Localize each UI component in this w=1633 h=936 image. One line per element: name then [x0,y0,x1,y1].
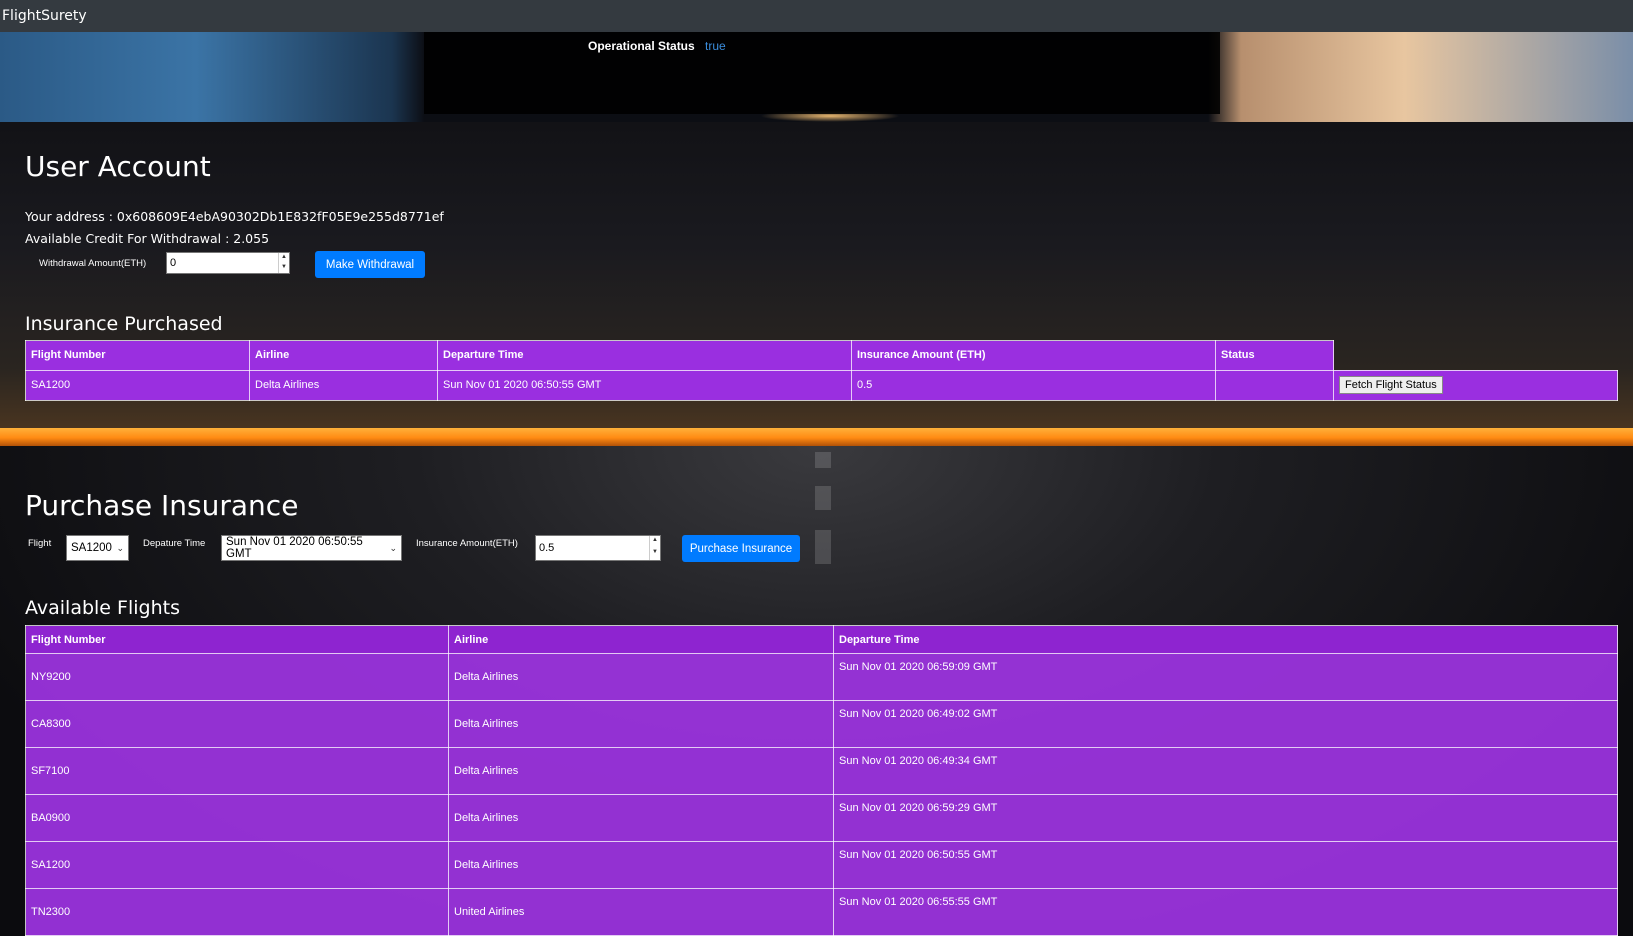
user-account-heading: User Account [25,150,211,183]
table-row[interactable]: SF7100 Delta Airlines Sun Nov 01 2020 06… [25,747,1618,795]
available-credit: Available Credit For Withdrawal : 2.055 [25,231,270,246]
insurance-amount-input[interactable]: 0.5 ▲ ▼ [535,535,661,561]
column-header: Airline [448,625,834,654]
withdrawal-amount-label: Withdrawal Amount(ETH) [39,258,147,269]
column-header: Flight Number [25,340,250,371]
departure-cell: Sun Nov 01 2020 06:59:29 GMT [833,794,1618,842]
table-header-row: Flight Number Airline Departure Time [25,625,1618,654]
column-header: Airline [249,340,438,371]
number-spinner[interactable]: ▲ ▼ [278,253,289,273]
available-flights-heading: Available Flights [25,597,180,619]
insurance-purchased-table: Flight Number Airline Departure Time Ins… [25,340,1618,401]
action-cell: Fetch Flight Status [1333,369,1618,401]
departure-time-select[interactable]: Sun Nov 01 2020 06:50:55 GMT ⌄ [221,535,402,561]
withdrawal-amount-value: 0 [170,257,177,269]
airline-cell: Delta Airlines [249,369,438,401]
flight-number-cell: NY9200 [25,653,449,701]
departure-time-value: Sun Nov 01 2020 06:50:55 GMT [226,536,363,560]
spin-down-icon[interactable]: ▼ [279,263,289,273]
column-header: Status [1215,340,1334,371]
departure-cell: Sun Nov 01 2020 06:55:55 GMT [833,888,1618,936]
table-row: SA1200 Delta Airlines Sun Nov 01 2020 06… [25,369,1618,401]
airline-cell: Delta Airlines [448,747,834,795]
table-row[interactable]: SA1200 Delta Airlines Sun Nov 01 2020 06… [25,841,1618,889]
status-cell [1215,369,1334,401]
runway-marking [815,530,831,564]
available-flights-table: Flight Number Airline Departure Time NY9… [25,625,1618,936]
table-header-row: Flight Number Airline Departure Time Ins… [25,340,1618,371]
flight-number-cell: SA1200 [25,369,250,401]
departure-cell: Sun Nov 01 2020 06:49:02 GMT [833,700,1618,748]
app-brand[interactable]: FlightSurety [0,8,87,24]
insurance-amount-label: Insurance Amount(ETH) [416,538,518,549]
flight-select-value: SA1200 [71,542,112,554]
column-header: Flight Number [25,625,449,654]
airline-cell: United Airlines [448,888,834,936]
column-header: Departure Time [833,625,1618,654]
operational-status-value: true [705,39,726,53]
flight-number-cell: TN2300 [25,888,449,936]
table-row[interactable]: NY9200 Delta Airlines Sun Nov 01 2020 06… [25,653,1618,701]
amount-cell: 0.5 [851,369,1216,401]
airline-cell: Delta Airlines [448,841,834,889]
flight-select-label: Flight [28,538,52,549]
column-header: Insurance Amount (ETH) [851,340,1216,371]
purchase-insurance-button[interactable]: Purchase Insurance [682,535,800,562]
insurance-purchased-heading: Insurance Purchased [25,313,223,335]
spin-up-icon[interactable]: ▲ [279,253,289,263]
table-row[interactable]: CA8300 Delta Airlines Sun Nov 01 2020 06… [25,700,1618,748]
flight-number-cell: BA0900 [25,794,449,842]
operational-status-label: Operational Status [588,39,695,53]
empty-header-cell [1334,341,1618,371]
column-header: Departure Time [437,340,852,371]
number-spinner[interactable]: ▲ ▼ [649,536,660,560]
departure-cell: Sun Nov 01 2020 06:50:55 GMT [833,841,1618,889]
withdrawal-amount-input[interactable]: 0 ▲ ▼ [166,252,290,274]
operational-status-panel: Operational Status true [424,32,1220,114]
table-row[interactable]: BA0900 Delta Airlines Sun Nov 01 2020 06… [25,794,1618,842]
purchase-insurance-heading: Purchase Insurance [25,489,299,522]
chevron-down-icon: ⌄ [389,542,397,553]
airline-cell: Delta Airlines [448,653,834,701]
insurance-amount-value: 0.5 [539,542,555,554]
spin-down-icon[interactable]: ▼ [650,548,660,560]
flight-number-cell: SF7100 [25,747,449,795]
flight-number-cell: CA8300 [25,700,449,748]
horizon-stripe [0,428,1633,446]
runway-marking [815,452,831,468]
runway-marking [815,486,831,510]
departure-cell: Sun Nov 01 2020 06:49:34 GMT [833,747,1618,795]
airline-cell: Delta Airlines [448,794,834,842]
spin-up-icon[interactable]: ▲ [650,536,660,548]
departure-cell: Sun Nov 01 2020 06:59:09 GMT [833,653,1618,701]
departure-time-label: Depature Time [143,538,206,549]
airline-cell: Delta Airlines [448,700,834,748]
make-withdrawal-button[interactable]: Make Withdrawal [315,251,425,278]
flight-select[interactable]: SA1200 ⌄ [66,535,129,561]
chevron-down-icon: ⌄ [116,542,124,553]
fetch-flight-status-button[interactable]: Fetch Flight Status [1339,376,1443,394]
navbar: FlightSurety [0,0,1633,32]
departure-cell: Sun Nov 01 2020 06:50:55 GMT [437,369,852,401]
flight-number-cell: SA1200 [25,841,449,889]
user-address: Your address : 0x608609E4ebA90302Db1E832… [25,209,444,224]
table-row[interactable]: TN2300 United Airlines Sun Nov 01 2020 0… [25,888,1618,936]
